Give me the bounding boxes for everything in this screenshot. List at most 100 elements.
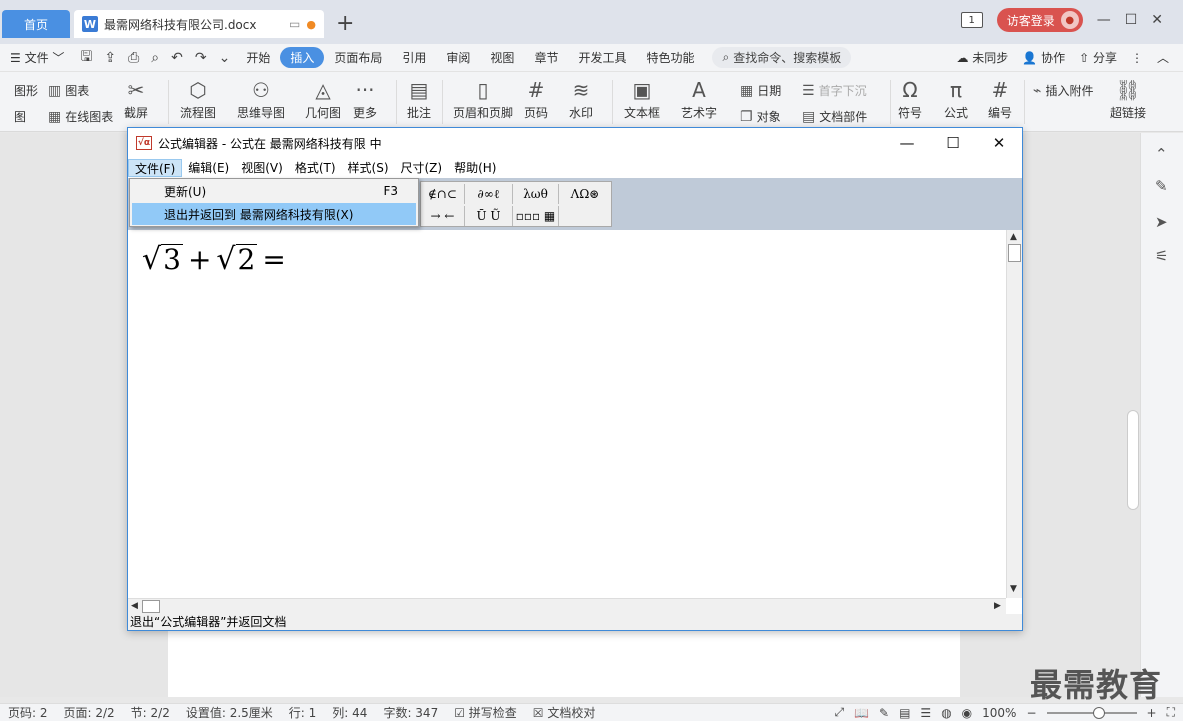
undo-icon[interactable]: ↶ [165, 50, 189, 66]
scroll-up-icon[interactable]: ⌃ [1155, 145, 1168, 163]
palette-calculus[interactable]: ∂∞ℓ [465, 184, 513, 204]
eq-menu-style[interactable]: 样式(S) [342, 159, 395, 177]
palette-arrows[interactable]: → ← [421, 206, 465, 226]
collab-button[interactable]: 👤 协作 [1022, 49, 1065, 66]
add-tab-button[interactable]: + [336, 12, 354, 36]
palette-accents[interactable]: Ū Ũ [465, 206, 513, 226]
redo-icon[interactable]: ↷ [189, 50, 213, 66]
image-button[interactable]: 图 [14, 108, 26, 125]
read-mode-icon[interactable]: 📖 [854, 706, 869, 720]
eq-close-icon[interactable]: ✕ [976, 128, 1022, 158]
eq-menu-format[interactable]: 格式(T) [289, 159, 342, 177]
cursor-icon[interactable]: ➤ [1155, 213, 1168, 231]
outline-view-icon[interactable]: ☰ [920, 706, 931, 720]
status-page-code[interactable]: 页码: 2 [0, 704, 56, 721]
preview-icon[interactable]: ⌕ [145, 50, 165, 66]
eq-menu-edit[interactable]: 编辑(E) [182, 159, 235, 177]
eq-menu-size[interactable]: 尺寸(Z) [395, 159, 449, 177]
menu-tab-5[interactable]: 视图 [480, 49, 524, 66]
login-button[interactable]: 访客登录 ● [996, 8, 1083, 32]
page-number-button[interactable]: # 页码 [524, 76, 548, 121]
status-word-count[interactable]: 字数: 347 [375, 704, 446, 721]
header-footer-button[interactable]: ▯ 页眉和页脚 [453, 76, 513, 121]
export-icon[interactable]: ⇪ [98, 50, 122, 66]
doc-proof-button[interactable]: ☒ 文档校对 [525, 704, 604, 721]
formula-button[interactable]: π 公式 [944, 76, 968, 121]
fullscreen-icon[interactable]: ⤢ [834, 705, 844, 720]
menu-item-exit-return[interactable]: 退出并返回到 最需网络科技有限(X) [132, 203, 416, 225]
fit-page-icon[interactable]: ⛶ [1167, 705, 1175, 720]
collapse-ribbon-icon[interactable]: ︿ [1157, 49, 1169, 66]
comment-button[interactable]: ▤ 批注 [407, 76, 431, 121]
screenshot-button[interactable]: ✂ 截屏 [124, 76, 148, 121]
more-icon[interactable]: ⋮ [1131, 51, 1143, 65]
palette-matrices[interactable]: ▫▫▫ ▦ [513, 206, 559, 226]
page-view-icon[interactable]: ▤ [899, 706, 910, 720]
zoom-slider-knob[interactable] [1092, 706, 1105, 719]
page-indicator[interactable]: 1 [960, 12, 983, 28]
eq-menu-file[interactable]: 文件(F) [128, 159, 183, 177]
palette-greek-upper[interactable]: ΛΩ⊛ [559, 184, 611, 204]
menu-tab-4[interactable]: 审阅 [436, 49, 480, 66]
scroll-right-arrow-icon[interactable]: ▶ [994, 601, 1001, 611]
maximize-icon[interactable]: ☐ [1125, 12, 1138, 28]
print-icon[interactable]: ⎙ [122, 50, 145, 66]
status-page[interactable]: 页面: 2/2 [56, 704, 123, 721]
numbering-button[interactable]: # 编号 [988, 76, 1012, 121]
menu-tab-3[interactable]: 引用 [392, 49, 436, 66]
minimize-icon[interactable]: — [1097, 12, 1111, 28]
equation-vertical-scrollbar[interactable]: ▲ ▼ [1006, 230, 1022, 598]
eq-minimize-icon[interactable]: — [884, 128, 930, 158]
equation-horizontal-scrollbar[interactable]: ◀ ▶ [128, 598, 1006, 614]
zoom-out-icon[interactable]: − [1026, 706, 1036, 720]
chart-button[interactable]: ▥ 图表 [48, 82, 89, 99]
save-icon[interactable]: 🖫 [74, 46, 98, 70]
flowchart-button[interactable]: ⬡ 流程图 [180, 76, 216, 121]
spell-check-button[interactable]: ☑ 拼写检查 [446, 704, 525, 721]
textbox-button[interactable]: ▣ 文本框 [624, 76, 660, 121]
sync-status[interactable]: ☁ 未同步 [956, 49, 1008, 66]
menu-tab-2[interactable]: 页面布局 [324, 49, 392, 66]
shape-button[interactable]: 图形 [14, 82, 38, 99]
horizontal-scroll-thumb[interactable] [142, 600, 160, 613]
geometry-button[interactable]: ◬ 几何图 [305, 76, 341, 121]
symbol-button[interactable]: Ω 符号 [898, 76, 922, 121]
scroll-up-arrow-icon[interactable]: ▲ [1010, 232, 1017, 242]
command-search[interactable]: ⌕ 查找命令、搜索模板 [712, 47, 852, 68]
formula[interactable]: √ 3 + √ 2 = [142, 244, 291, 275]
watermark-button[interactable]: ≋ 水印 [569, 76, 593, 121]
status-setting[interactable]: 设置值: 2.5厘米 [178, 704, 281, 721]
write-mode-icon[interactable]: ✎ [879, 706, 889, 720]
tab-document[interactable]: W 最需网络科技有限公司.docx ▭ ● [74, 10, 324, 38]
zoom-in-icon[interactable]: + [1147, 706, 1157, 720]
close-icon[interactable]: ✕ [1151, 12, 1163, 28]
mindmap-button[interactable]: ⚇ 思维导图 [237, 76, 285, 121]
file-menu[interactable]: ☰ 文件 ﹀ [0, 49, 74, 66]
scroll-down-arrow-icon[interactable]: ▼ [1010, 584, 1017, 594]
eq-menu-view[interactable]: 视图(V) [235, 159, 289, 177]
eye-protection-icon[interactable]: ◉ [962, 706, 972, 720]
menu-tab-7[interactable]: 开发工具 [568, 49, 636, 66]
menu-item-update[interactable]: 更新(U) F3 [132, 180, 416, 202]
attachment-button[interactable]: ⌁ 插入附件 [1033, 82, 1093, 99]
more-button[interactable]: ··· 更多 [353, 76, 377, 121]
scroll-left-arrow-icon[interactable]: ◀ [131, 601, 138, 611]
doc-parts-button[interactable]: ▤ 文档部件 [802, 108, 867, 125]
eq-menu-help[interactable]: 帮助(H) [448, 159, 502, 177]
pen-icon[interactable]: ✎ [1155, 177, 1168, 195]
eq-maximize-icon[interactable]: ☐ [930, 128, 976, 158]
palette-set-ops[interactable]: ∉∩⊂ [421, 184, 465, 204]
vertical-scroll-thumb[interactable] [1008, 244, 1021, 262]
web-view-icon[interactable]: ◍ [941, 706, 951, 720]
date-button[interactable]: ▦ 日期 [740, 82, 781, 99]
zoom-value[interactable]: 100% [982, 706, 1016, 720]
menu-tab-1[interactable]: 插入 [280, 47, 325, 68]
menu-tab-0[interactable]: 开始 [236, 49, 280, 66]
menu-tab-6[interactable]: 章节 [524, 49, 568, 66]
zoom-slider[interactable] [1046, 706, 1137, 719]
hyperlink-button[interactable]: ⛓ 超链接 [1110, 76, 1146, 121]
palette-greek-lower[interactable]: λωθ [513, 184, 559, 204]
status-section[interactable]: 节: 2/2 [123, 704, 178, 721]
customize-icon[interactable]: ⌄ [213, 50, 237, 66]
online-chart-button[interactable]: ▦ 在线图表 [48, 108, 113, 125]
